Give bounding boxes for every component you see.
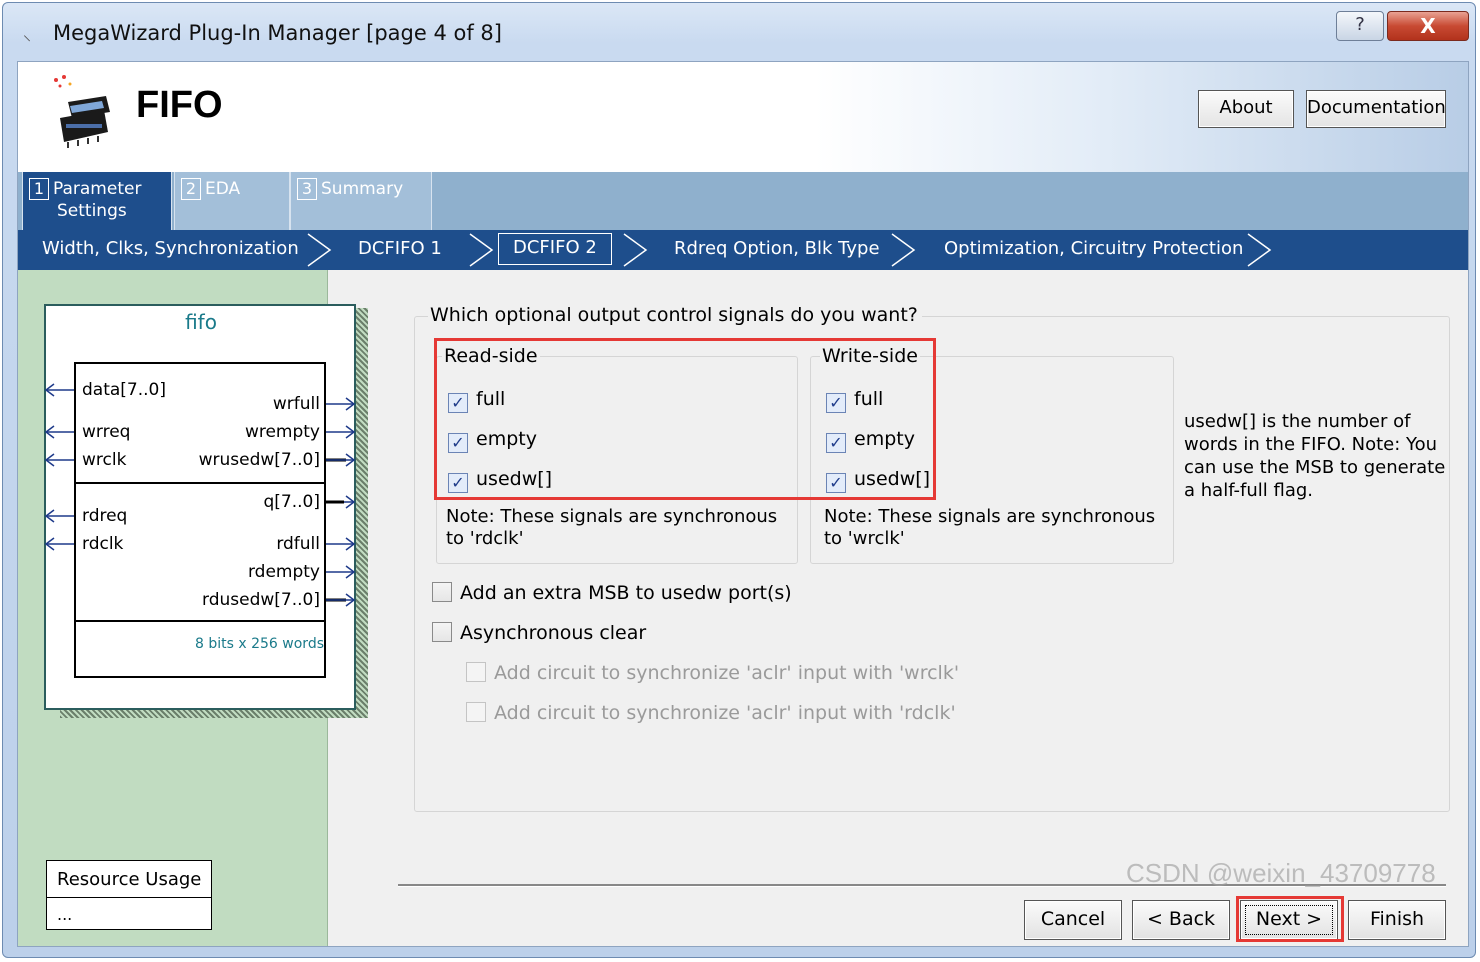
- tab-number: 3: [297, 178, 317, 200]
- tab-eda[interactable]: 2 EDA: [174, 172, 290, 230]
- header-band: FIFO About Documentation: [18, 62, 1468, 172]
- breadcrumb: Width, Clks, Synchronization DCFIFO 1 DC…: [18, 230, 1468, 270]
- breadcrumb-dcfifo-1[interactable]: DCFIFO 1: [358, 238, 442, 259]
- tab-label: EDA: [205, 179, 241, 199]
- client-area: FIFO About Documentation 1 Parameter Sett…: [17, 61, 1469, 947]
- wizard-wand-icon: ⸜: [23, 25, 32, 44]
- tab-number: 2: [181, 178, 201, 200]
- checkbox-icon: [466, 702, 486, 722]
- fifo-symbol: fifo data[7..0] wrreq wrclk rdreq rdclk …: [44, 304, 356, 710]
- help-button[interactable]: ?: [1336, 11, 1384, 41]
- async-clear-checkbox[interactable]: Asynchronous clear: [432, 622, 646, 644]
- pin-arrows: [44, 383, 356, 607]
- tab-parameter-settings[interactable]: 1 Parameter Settings: [22, 172, 172, 230]
- tab-summary[interactable]: 3 Summary: [290, 172, 432, 230]
- tab-number: 1: [29, 178, 49, 200]
- finish-button[interactable]: Finish: [1348, 900, 1446, 940]
- close-button[interactable]: X: [1387, 11, 1469, 41]
- checkbox-label: Add circuit to synchronize 'aclr' input …: [494, 702, 956, 724]
- write-side-note: Note: These signals are synchronous to '…: [824, 506, 1156, 549]
- tab-label: Parameter: [53, 179, 142, 199]
- checkbox-label: Add circuit to synchronize 'aclr' input …: [494, 662, 960, 684]
- megafunction-title: FIFO: [136, 84, 223, 126]
- tab-label-line2: Settings: [57, 201, 127, 221]
- sync-aclr-rdclk-checkbox[interactable]: Add circuit to synchronize 'aclr' input …: [466, 702, 956, 724]
- title-bar[interactable]: ⸜ MegaWizard Plug-In Manager [page 4 of …: [3, 3, 1475, 61]
- about-button[interactable]: About: [1198, 90, 1294, 128]
- fifo-megafunction-icon: [54, 75, 110, 148]
- wizard-window: ⸜ MegaWizard Plug-In Manager [page 4 of …: [2, 2, 1476, 958]
- symbol-panel: fifo data[7..0] wrreq wrclk rdreq rdclk …: [18, 270, 368, 946]
- chevron-right-icon: [1247, 233, 1272, 267]
- checkbox-label: Asynchronous clear: [460, 622, 647, 644]
- tab-strip: 1 Parameter Settings 2 EDA 3 Summary: [18, 172, 1468, 230]
- resource-divider: [47, 897, 211, 898]
- checkbox-icon: [466, 662, 486, 682]
- breadcrumb-rdreq-option[interactable]: Rdreq Option, Blk Type: [674, 238, 880, 259]
- sync-aclr-wrclk-checkbox[interactable]: Add circuit to synchronize 'aclr' input …: [466, 662, 959, 684]
- checkbox-label: Add an extra MSB to usedw port(s): [460, 582, 792, 604]
- checkbox-icon: [432, 582, 452, 602]
- chevron-right-icon: [623, 233, 648, 267]
- highlight-box: [434, 338, 936, 500]
- read-side-note: Note: These signals are synchronous to '…: [446, 506, 778, 549]
- watermark: CSDN @weixin_43709778: [1126, 858, 1436, 888]
- breadcrumb-optimization[interactable]: Optimization, Circuitry Protection: [944, 238, 1243, 259]
- resource-usage-value: ...: [57, 905, 73, 924]
- breadcrumb-width-clks[interactable]: Width, Clks, Synchronization: [42, 238, 299, 259]
- back-button[interactable]: < Back: [1132, 900, 1230, 940]
- cancel-button[interactable]: Cancel: [1024, 900, 1122, 940]
- checkbox-icon: [432, 622, 452, 642]
- resource-usage-title: Resource Usage: [57, 869, 202, 890]
- usedw-help-note: usedw[] is the number of words in the FI…: [1184, 411, 1446, 501]
- resource-usage-box: Resource Usage ...: [46, 860, 212, 930]
- chevron-right-icon: [307, 233, 332, 267]
- tab-label: Summary: [321, 179, 404, 199]
- chevron-right-icon: [469, 233, 494, 267]
- chevron-right-icon: [891, 233, 916, 267]
- next-highlight-box: [1236, 896, 1344, 942]
- extra-msb-checkbox[interactable]: Add an extra MSB to usedw port(s): [432, 582, 792, 604]
- breadcrumb-dcfifo-2[interactable]: DCFIFO 2: [498, 233, 612, 265]
- window-title: MegaWizard Plug-In Manager [page 4 of 8]: [53, 21, 502, 45]
- documentation-button[interactable]: Documentation: [1306, 90, 1446, 128]
- options-question: Which optional output control signals do…: [428, 304, 922, 326]
